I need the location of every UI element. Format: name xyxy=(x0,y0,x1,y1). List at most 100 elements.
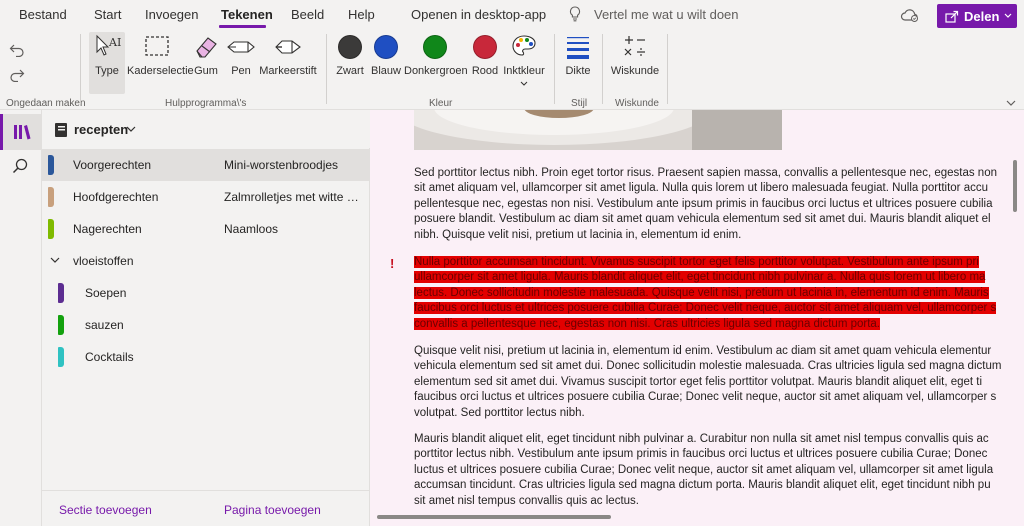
section-item-nagerechten[interactable]: Nagerechten xyxy=(42,213,202,245)
open-in-desktop-app[interactable]: Openen in desktop-app xyxy=(411,7,546,22)
section-color-tab xyxy=(48,187,54,207)
notebook-icon xyxy=(55,123,67,137)
cloud-sync-icon[interactable] xyxy=(900,7,920,23)
notebooks-nav-button[interactable] xyxy=(0,114,42,150)
color-zwart-button[interactable]: Zwart xyxy=(334,32,366,94)
paragraph-3[interactable]: Quisque velit nisi, pretium ut lacinia i… xyxy=(414,344,1014,421)
group-label-stijl: Stijl xyxy=(571,98,588,109)
text-line: volutpat. Sed porttitor lectus nibh. xyxy=(414,406,585,419)
menu-bar: Bestand Start Invoegen Tekenen Beeld Hel… xyxy=(0,0,1024,30)
gum-button[interactable]: Gum xyxy=(191,32,221,94)
notebooks-icon xyxy=(14,125,31,140)
color-swatch-zwart xyxy=(338,35,362,59)
text-line: ullamcorper sit amet ligula. Mauris blan… xyxy=(414,270,1014,285)
pages-list: Mini-worstenbroodjes Zalmrolletjes met w… xyxy=(202,148,370,490)
color-blauw-button[interactable]: Blauw xyxy=(370,32,402,94)
section-item-cocktails[interactable]: Cocktails xyxy=(42,341,202,373)
section-label: Voorgerechten xyxy=(73,158,152,172)
section-label: Soepen xyxy=(85,286,127,300)
math-icon xyxy=(624,36,645,56)
text-line: faucibus orci luctus et ultrices posuere… xyxy=(414,391,997,404)
section-label: Hoofdgerechten xyxy=(73,190,159,204)
color-swatch-donkergroen xyxy=(423,35,447,59)
section-group-vloeistoffen[interactable]: vloeistoffen xyxy=(42,245,202,277)
paragraph-highlighted[interactable]: Nulla porttitor accumsan tincidunt. Viva… xyxy=(414,255,1014,332)
inktkleur-button[interactable]: Inktkleur xyxy=(502,32,546,94)
menu-start[interactable]: Start xyxy=(94,7,121,22)
text-line: sit amet nisl tempus convallis quis ac l… xyxy=(414,494,639,507)
chevron-down-icon[interactable] xyxy=(1006,100,1016,106)
text-line: Quisque velit nisi, pretium ut lacinia i… xyxy=(414,345,992,357)
section-item-hoofdgerechten[interactable]: Hoofdgerechten xyxy=(42,181,202,213)
blauw-label: Blauw xyxy=(371,65,401,77)
type-label: Type xyxy=(95,65,119,77)
chevron-down-icon xyxy=(126,126,136,132)
ribbon-tekenen: Ongedaan maken AI Type Kaderselectie Gum… xyxy=(0,30,1024,110)
share-label: Delen xyxy=(964,9,1000,24)
redo-icon[interactable] xyxy=(9,68,25,82)
highlighted-text: Nulla porttitor accumsan tincidunt. Viva… xyxy=(414,256,979,268)
color-donkergroen-button[interactable]: Donkergroen xyxy=(404,32,468,94)
zwart-label: Zwart xyxy=(336,65,364,77)
tell-me-search[interactable]: Vertel me wat u wilt doen xyxy=(568,6,739,22)
gum-label: Gum xyxy=(194,65,218,77)
text-line: lectus. Donec sollicitudin molestie male… xyxy=(414,286,1014,301)
text-cursor-icon: AI xyxy=(96,34,121,56)
search-icon[interactable] xyxy=(12,158,28,174)
text-line: posuere blandit. Vestibulum ac diam sit … xyxy=(414,213,991,226)
menu-bestand[interactable]: Bestand xyxy=(19,7,67,22)
page-item-naamloos[interactable]: Naamloos xyxy=(202,213,370,245)
highlighted-text: convallis a pellentesque nec, egestas no… xyxy=(414,317,881,330)
section-color-tab xyxy=(48,219,54,239)
paragraph-1[interactable]: Sed porttitor lectus nibh. Proin eget to… xyxy=(414,166,1014,243)
color-rood-button[interactable]: Rood xyxy=(469,32,501,94)
dikte-button[interactable]: Dikte xyxy=(560,32,596,94)
share-button[interactable]: Delen xyxy=(937,4,1017,28)
highlighted-text: faucibus orci luctus et ultrices posuere… xyxy=(414,302,997,315)
menu-beeld[interactable]: Beeld xyxy=(291,7,324,22)
section-item-sauzen[interactable]: sauzen xyxy=(42,309,202,341)
section-color-tab xyxy=(58,283,64,303)
section-item-soepen[interactable]: Soepen xyxy=(42,277,202,309)
section-color-tab xyxy=(58,347,64,367)
section-color-tab xyxy=(48,155,54,175)
menu-invoegen[interactable]: Invoegen xyxy=(145,7,199,22)
undo-icon[interactable] xyxy=(9,43,25,57)
text-line: Mauris blandit aliquet elit, eget tincid… xyxy=(414,433,989,445)
add-section-link[interactable]: Sectie toevoegen xyxy=(59,503,152,517)
text-line: vehicula elementum sed sit amet dui. Don… xyxy=(414,360,1002,373)
share-icon xyxy=(945,10,959,23)
notebook-selector[interactable]: recepten xyxy=(42,110,370,148)
pages-footer: Pagina toevoegen xyxy=(202,490,370,526)
important-tag-marker: ! xyxy=(390,256,395,271)
type-tool-button[interactable]: AI Type xyxy=(89,32,125,94)
kaderselectie-button[interactable]: Kaderselectie xyxy=(127,32,194,94)
wiskunde-label: Wiskunde xyxy=(610,65,660,77)
line-thickness-icon xyxy=(567,37,589,59)
vertical-scrollbar-thumb[interactable] xyxy=(1013,160,1017,212)
text-line: Nulla porttitor accumsan tincidunt. Viva… xyxy=(414,255,1014,270)
text-line: nibh. Quisque velit nisi, pretium ut lac… xyxy=(414,228,742,241)
group-separator xyxy=(326,34,327,104)
page-canvas[interactable]: Sed porttitor lectus nibh. Proin eget to… xyxy=(370,110,1024,526)
page-item-mini-worstenbroodjes[interactable]: Mini-worstenbroodjes xyxy=(202,149,370,181)
menu-tekenen[interactable]: Tekenen xyxy=(221,7,273,22)
page-item-zalmrolletjes[interactable]: Zalmrolletjes met witte kaas xyxy=(202,181,370,213)
text-line: convallis a pellentesque nec, egestas no… xyxy=(414,317,1014,332)
chevron-down-icon[interactable] xyxy=(50,257,60,264)
text-line: pellentesque nec, egestas non nisi. Vest… xyxy=(414,197,993,210)
menu-help[interactable]: Help xyxy=(348,7,375,22)
paragraph-4[interactable]: Mauris blandit aliquet elit, eget tincid… xyxy=(414,432,1014,509)
rood-label: Rood xyxy=(471,65,499,77)
group-label-undo: Ongedaan maken xyxy=(6,98,86,109)
sections-footer: Sectie toevoegen xyxy=(42,490,202,526)
donkergroen-label: Donkergroen xyxy=(404,65,468,77)
markeerstift-button[interactable]: Markeerstift xyxy=(258,32,318,94)
add-page-link[interactable]: Pagina toevoegen xyxy=(224,503,321,517)
horizontal-scrollbar-thumb[interactable] xyxy=(377,515,611,519)
pen-button[interactable]: Pen xyxy=(226,32,256,94)
pen-label: Pen xyxy=(231,65,251,77)
section-item-voorgerechten[interactable]: Voorgerechten xyxy=(42,149,202,181)
wiskunde-button[interactable]: Wiskunde xyxy=(609,32,661,94)
photo-shade xyxy=(692,110,782,150)
